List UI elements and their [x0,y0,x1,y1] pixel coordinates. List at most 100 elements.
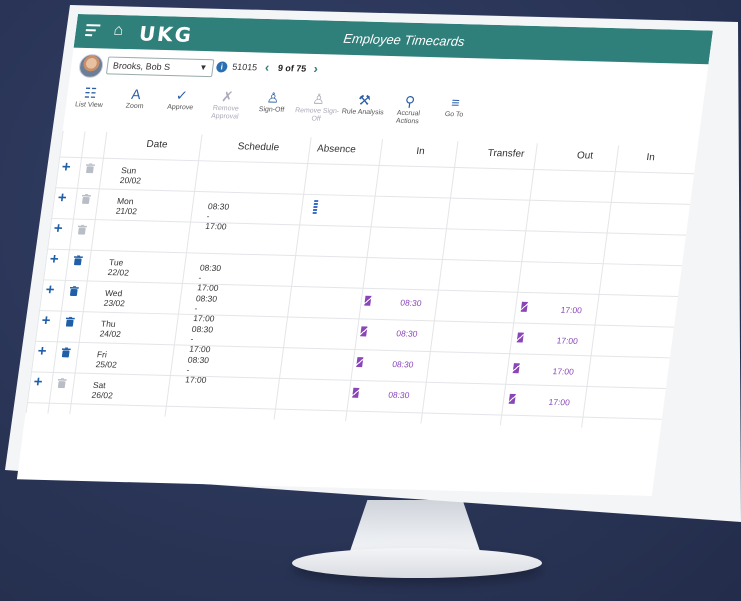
rule-analysis-icon: ⚒ [357,91,372,109]
column-header[interactable]: Absence [316,143,356,155]
row-divider [59,156,695,175]
home-icon[interactable]: ⌂ [113,22,125,39]
schedule-cell[interactable]: 08:30 - 17:00 [193,293,218,323]
out-punch-cell[interactable]: 17:00 [548,397,570,407]
list-view-icon: ☷ [83,84,98,101]
next-employee-button[interactable]: › [313,61,319,76]
toolbar-label: List View [74,101,104,110]
add-row-button[interactable]: + [33,373,49,390]
toolbar-label: Go To [444,111,464,119]
punch-edited-icon [360,326,368,337]
toolbar-button-list-view[interactable]: ☷ List View [66,83,115,110]
approve-icon: ✓ [174,87,189,104]
info-icon[interactable]: i [215,61,229,73]
trash-icon[interactable] [65,316,75,327]
toolbar-button-remove-sign-off[interactable]: ♙ Remove Sign-Off [293,89,343,124]
trash-icon[interactable] [69,286,79,297]
trash-icon[interactable] [81,193,92,205]
add-row-button[interactable]: + [41,312,57,329]
schedule-cell[interactable]: 08:30 - 17:00 [205,201,230,231]
date-cell[interactable]: Mon 21/02 [115,196,139,216]
add-row-button[interactable]: + [37,343,53,360]
column-header[interactable]: In [646,152,656,163]
remove-sign-off-icon: ♙ [311,90,326,107]
schedule-cell[interactable]: 08:30 - 17:00 [185,355,210,385]
add-row-button[interactable]: + [61,159,77,176]
in-punch-cell[interactable]: 08:30 [396,328,418,338]
date-cell[interactable]: Fri 25/02 [95,349,119,369]
employee-id: 51015 [231,61,258,73]
schedule-cell[interactable]: 08:30 - 17:00 [197,263,222,293]
toolbar-button-sign-off[interactable]: ♙ Sign-Off [248,88,297,115]
sign-off-icon: ♙ [265,89,281,106]
employee-select[interactable]: Brooks, Bob S ▼ [105,56,215,78]
toolbar-label: Zoom [125,102,144,111]
row-divider [55,187,691,205]
remove-approval-icon: ✗ [220,88,235,105]
toolbar-button-accrual-actions[interactable]: ⚲ Accrual Actions [384,92,434,127]
date-cell[interactable]: Thu 24/02 [99,319,123,339]
trash-icon[interactable] [57,378,67,389]
add-row-button[interactable]: + [53,220,69,237]
column-header[interactable]: Transfer [487,148,525,160]
toolbar-button-rule-analysis[interactable]: ⚒ Rule Analysis [339,90,388,117]
absence-indicator-icon[interactable] [312,200,319,214]
date-cell[interactable]: Wed 23/02 [103,288,127,308]
date-cell[interactable]: Sat 26/02 [91,380,115,400]
punch-edited-icon [508,393,516,404]
add-row-button[interactable]: + [49,251,65,268]
zoom-icon: A [130,85,142,103]
ukg-logo: UKG [137,21,195,47]
toolbar-button-remove-approval[interactable]: ✗ Remove Approval [201,87,251,122]
toolbar-label: Rule Analysis [341,108,385,117]
punch-edited-icon [364,295,372,306]
out-punch-cell[interactable]: 17:00 [552,366,574,376]
schedule-cell[interactable]: 08:30 - 17:00 [189,324,214,354]
punch-edited-icon [520,301,528,312]
monitor: ⌂ UKG Employee Timecards Brooks, Bob S ▼… [0,0,741,601]
timecard-grid: Date Schedule Absence In Transfer Out In + Sun 2… [17,130,699,496]
go-to-icon: ≡ [450,94,461,111]
trash-icon[interactable] [73,255,83,266]
in-punch-cell[interactable]: 08:30 [388,390,410,400]
in-punch-cell[interactable]: 08:30 [400,298,422,308]
row-divider [43,279,679,297]
row-divider [51,217,687,236]
out-punch-cell[interactable]: 17:00 [560,305,582,315]
date-cell[interactable]: Tue 22/02 [107,257,131,277]
toolbar-button-zoom[interactable]: A Zoom [111,84,160,111]
toolbar-button-approve[interactable]: ✓ Approve [157,86,206,113]
punch-edited-icon [356,357,364,368]
toolbar-button-go-to[interactable]: ≡ Go To [431,93,480,120]
punch-edited-icon [352,387,360,398]
punch-edited-icon [516,332,524,343]
trash-icon[interactable] [77,224,88,235]
hamburger-menu-icon[interactable] [85,24,101,37]
add-row-button[interactable]: + [45,281,61,298]
column-header[interactable]: Out [576,150,593,161]
column-header[interactable]: Date [146,139,168,150]
out-punch-cell[interactable]: 17:00 [556,336,578,346]
accrual-actions-icon: ⚲ [403,93,417,110]
row-divider [47,248,683,267]
page-title: Employee Timecards [342,30,466,49]
trash-icon[interactable] [85,163,96,174]
toolbar-label: Approve [166,103,194,112]
previous-employee-button[interactable]: ‹ [264,60,270,75]
trash-icon[interactable] [61,347,71,358]
add-row-button[interactable]: + [57,189,73,206]
in-punch-cell[interactable]: 08:30 [392,359,414,369]
employee-pager: 9 of 75 [277,62,307,74]
toolbar-label: Remove Sign-Off [294,107,340,123]
avatar [77,53,105,79]
toolbar-label: Sign-Off [258,106,285,114]
screen: ⌂ UKG Employee Timecards Brooks, Bob S ▼… [16,14,713,496]
column-header[interactable]: Schedule [237,141,280,153]
column-header[interactable]: In [416,146,426,157]
date-cell[interactable]: Sun 20/02 [119,165,143,185]
toolbar-label: Remove Approval [210,104,240,121]
toolbar-label: Accrual Actions [395,109,421,126]
employee-name: Brooks, Bob S [112,60,171,73]
chevron-down-icon: ▼ [198,62,208,73]
punch-edited-icon [512,363,520,374]
